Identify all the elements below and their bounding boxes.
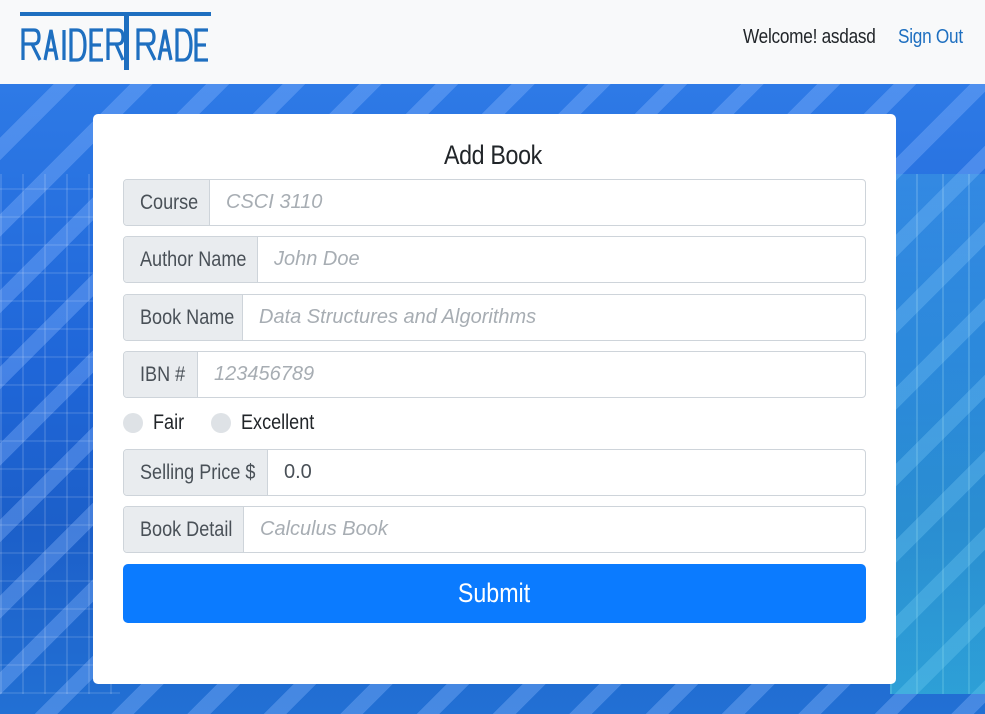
selling-price-label: Selling Price $ xyxy=(124,450,268,495)
ibn-label: IBN # xyxy=(124,352,198,397)
book-name-label: Book Name xyxy=(124,295,243,340)
ibn-group: IBN # xyxy=(123,351,866,398)
fair-radio[interactable] xyxy=(123,413,143,433)
raidertrade-logo[interactable] xyxy=(20,12,212,72)
course-group: Course xyxy=(123,179,866,226)
building-glass-right xyxy=(890,174,985,694)
book-name-group: Book Name xyxy=(123,294,866,341)
author-name-input[interactable] xyxy=(258,237,865,282)
ibn-input[interactable] xyxy=(198,352,865,397)
course-label: Course xyxy=(124,180,210,225)
author-name-label: Author Name xyxy=(124,237,258,282)
welcome-text: Welcome! asdasd xyxy=(743,26,876,48)
excellent-radio-label[interactable]: Excellent xyxy=(241,411,314,435)
fair-radio-label[interactable]: Fair xyxy=(153,411,184,435)
book-detail-input[interactable] xyxy=(244,507,865,552)
excellent-radio[interactable] xyxy=(211,413,232,433)
author-name-group: Author Name xyxy=(123,236,866,283)
selling-price-input[interactable] xyxy=(268,450,865,495)
selling-price-group: Selling Price $ xyxy=(123,449,866,496)
book-detail-group: Book Detail xyxy=(123,506,866,553)
book-detail-label: Book Detail xyxy=(124,507,244,552)
navbar: Welcome! asdasd Sign Out xyxy=(0,0,985,84)
sign-out-link[interactable]: Sign Out xyxy=(898,26,963,49)
course-input[interactable] xyxy=(210,180,865,225)
condition-radio-group: Fair Excellent xyxy=(123,408,348,438)
form-title: Add Book xyxy=(443,140,542,170)
book-name-input[interactable] xyxy=(243,295,865,340)
submit-button[interactable]: Submit xyxy=(123,564,866,623)
